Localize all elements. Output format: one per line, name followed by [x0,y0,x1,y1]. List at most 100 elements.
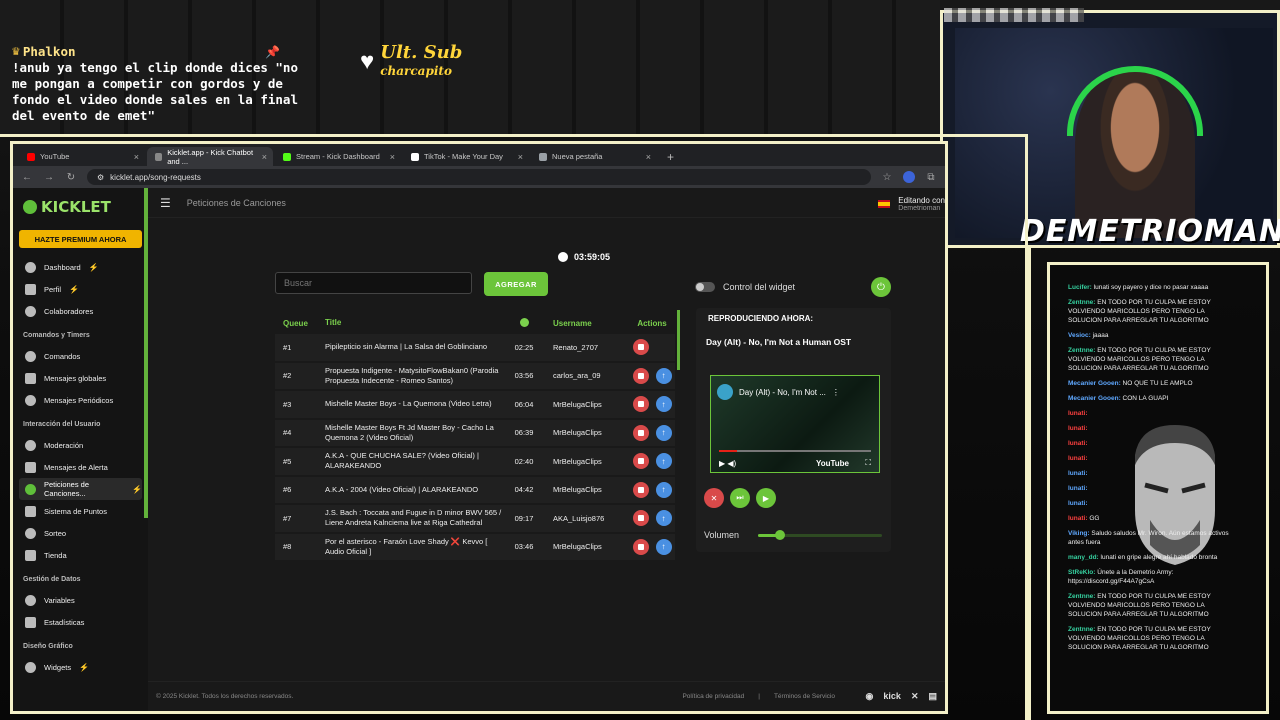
forward-icon[interactable]: → [43,172,55,183]
delete-icon[interactable] [632,396,649,413]
sidebar-item-tienda[interactable]: Tienda [19,544,142,566]
stop-icon[interactable]: ✕ [704,488,724,508]
sidebar-item-perfil[interactable]: Perfil ⚡ [19,278,142,300]
bolt-icon: ⚡ [88,262,99,272]
video-play-mute-icon[interactable]: ▶ ◀) [719,459,736,468]
sidebar-item-sorteo[interactable]: Sorteo [19,522,142,544]
sidebar-icon [25,616,36,628]
document-icon[interactable]: ▤ [928,691,937,702]
youtube-logo[interactable]: YouTube [816,459,849,468]
video-progress[interactable] [719,450,871,452]
clock-icon [558,252,568,262]
song-duration: 09:17 [514,513,534,523]
tab-close-icon[interactable]: × [262,152,267,162]
tab-1[interactable]: Kicklet.app - Kick Chatbot and ... × [147,147,273,166]
sidebar-item-mensajes-globales[interactable]: Mensajes globales [19,367,142,389]
more-icon[interactable]: ⋮ [832,388,840,397]
delete-icon[interactable] [632,538,649,555]
url-field[interactable]: ⚙ kicklet.app/song-requests [87,169,871,185]
fullscreen-icon[interactable]: ⛶ [865,458,871,468]
song-requester: AKA_Luisjo876 [553,513,605,523]
extensions-puzzle-icon[interactable]: ⧉ [925,172,937,183]
chat-user: Phalkon [22,44,76,59]
chat-line-user: Mecanier Gooen: [1068,395,1121,402]
move-up-icon[interactable]: ↑ [655,396,672,413]
delete-icon[interactable] [632,453,649,470]
delete-icon[interactable] [632,481,649,498]
x-icon[interactable]: ✕ [911,691,919,702]
song-duration: 03:56 [514,371,534,381]
menu-toggle-icon[interactable]: ☰ [160,196,171,210]
tab-2[interactable]: Stream - Kick Dashboard × [275,147,401,166]
move-up-icon[interactable]: ↑ [655,538,672,555]
tab-close-icon[interactable]: × [134,152,139,162]
add-button[interactable]: AGREGAR [484,272,548,296]
sidebar-item-moderaci-n[interactable]: Moderación [19,434,142,456]
nav-section-design: Diseño Gráfico [23,643,73,650]
site-info-icon[interactable]: ⚙ [97,173,104,182]
kick-icon[interactable]: kick [883,691,901,702]
sidebar-item-comandos[interactable]: Comandos [19,345,142,367]
move-up-icon[interactable]: ↑ [655,424,672,441]
delete-icon[interactable] [632,367,649,384]
tab-close-icon[interactable]: × [518,152,523,162]
terms-link[interactable]: Términos de Servicio [774,693,835,700]
extension-icon[interactable] [903,171,915,183]
bolt-icon: ⚡ [132,484,142,494]
chat-line: lunati: GG [1068,514,1238,523]
tab-3[interactable]: TikTok - Make Your Day × [403,147,529,166]
tab-close-icon[interactable]: × [390,152,395,162]
row-actions: ↑ [629,424,675,441]
move-up-icon[interactable]: ↑ [655,510,672,527]
reload-icon[interactable]: ↻ [65,172,77,183]
bookmark-star-icon[interactable]: ☆ [881,172,893,183]
sidebar-item-mensajes-de-alerta[interactable]: Mensajes de Alerta [19,456,142,478]
delete-icon[interactable] [632,424,649,441]
discord-icon[interactable]: ◉ [866,691,874,702]
sidebar-item-variables[interactable]: Variables [19,589,142,611]
back-icon[interactable]: ← [21,172,33,183]
widget-control[interactable]: Control del widget [695,282,795,292]
sidebar-item-widgets[interactable]: Widgets ⚡ [19,656,142,678]
widget-toggle[interactable] [695,282,715,292]
sidebar-item-mensajes-peri-dicos[interactable]: Mensajes Periódicos [19,389,142,411]
song-title: A.K.A - 2004 (Video Oficial) | ALARAKEAN… [325,484,479,494]
delete-icon[interactable] [632,339,649,356]
youtube-embed[interactable]: Day (Alt) - No, I'm Not ... ⋮ ▶ ◀) YouTub… [710,375,880,473]
tab-close-icon[interactable]: × [646,152,651,162]
search-input[interactable] [275,272,472,294]
volume-label: Volumen [704,530,740,540]
play-icon[interactable]: ▶ [756,488,776,508]
sidebar-icon [25,461,36,473]
sidebar-item-peticiones-de-canciones[interactable]: Peticiones de Canciones... ⚡ [19,478,142,500]
row-actions: ↑ [629,538,675,555]
volume-slider[interactable] [758,530,882,540]
volume-knob[interactable] [775,530,786,540]
editing-as[interactable]: Editando con Demetrioman [878,196,945,212]
privacy-link[interactable]: Política de privacidad [682,693,744,700]
move-up-icon[interactable]: ↑ [655,367,672,384]
song-duration: 03:46 [514,542,534,552]
move-up-icon[interactable]: ↑ [655,481,672,498]
power-icon[interactable]: ⏻ [871,277,891,297]
move-up-icon[interactable]: ↑ [655,453,672,470]
new-tab-icon[interactable]: + [659,147,682,166]
delete-icon[interactable] [632,510,649,527]
header-username: Username [553,318,592,328]
sidebar-item-estad-sticas[interactable]: Estadísticas [19,611,142,633]
song-title: A.K.A - QUE CHUCHA SALE? (Video Oficial)… [325,451,479,471]
sidebar-icon [25,439,36,451]
tab-0[interactable]: YouTube × [19,147,145,166]
sidebar-item-dashboard[interactable]: Dashboard ⚡ [19,256,142,278]
premium-button[interactable]: HAZTE PREMIUM AHORA [19,230,142,248]
song-duration: 06:39 [514,428,534,438]
tab-4[interactable]: Nueva pestaña × [531,147,657,166]
pin-icon: 📌 [265,45,280,59]
sidebar-item-colaboradores[interactable]: Colaboradores [19,300,142,322]
skip-icon[interactable]: ⏭ [730,488,750,508]
sidebar-item-label: Mensajes de Alerta [44,462,108,472]
kicklet-logo[interactable]: KICKLET [23,198,142,216]
chat-line-text: jaaaa [1092,332,1109,339]
sidebar-item-sistema-de-puntos[interactable]: Sistema de Puntos [19,500,142,522]
table-scrollbar[interactable] [677,310,680,370]
